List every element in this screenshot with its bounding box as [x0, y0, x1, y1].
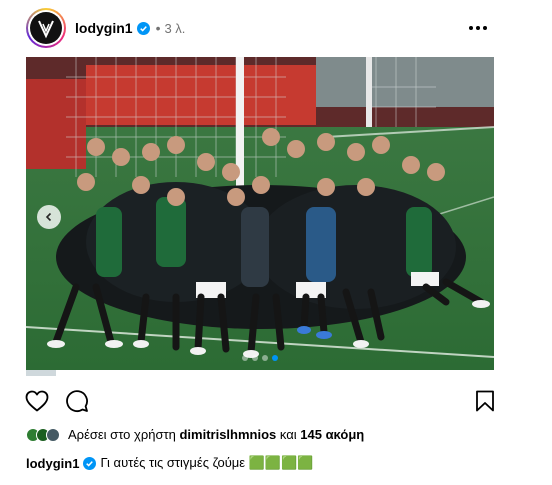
post-caption: lodygin1 Γι αυτές τις στιγμές ζούμε 🟩🟩🟩🟩 [26, 455, 313, 471]
likes-prefix: Αρέσει στο χρήστη [68, 427, 176, 442]
post-image[interactable] [26, 57, 494, 370]
post-username[interactable]: lodygin1 [75, 20, 133, 36]
avatar[interactable] [26, 8, 66, 48]
chevron-left-icon [45, 212, 52, 222]
avatar-logo-icon [30, 12, 62, 44]
carousel-dot-active [272, 355, 278, 361]
verified-badge-icon [83, 456, 97, 470]
likes-middle: και [279, 427, 297, 442]
header-separator: • [155, 20, 161, 36]
caption-username[interactable]: lodygin1 [26, 456, 79, 471]
liker-username[interactable]: dimitrislhmnios [179, 427, 276, 442]
likes-count[interactable]: 145 ακόμη [300, 427, 364, 442]
carousel-dot [262, 355, 268, 361]
likes-summary: Αρέσει στο χρήστη dimitrislhmnios και 14… [26, 427, 364, 442]
liker-avatars [26, 427, 60, 442]
carousel-dot [242, 355, 248, 361]
comment-icon[interactable] [64, 388, 90, 414]
heart-icon[interactable] [24, 388, 50, 414]
image-watermark [26, 370, 56, 376]
verified-badge-icon [136, 21, 150, 35]
post-time[interactable]: 3 λ. [164, 21, 185, 36]
team-celebration-photo [26, 57, 494, 370]
more-horizontal-icon[interactable] [466, 16, 490, 40]
carousel-prev-button[interactable] [37, 205, 61, 229]
liker-avatar [46, 427, 60, 442]
bookmark-icon[interactable] [472, 388, 498, 414]
carousel-dot [252, 355, 258, 361]
caption-text: Γι αυτές τις στιγμές ζούμε 🟩🟩🟩🟩 [100, 455, 314, 470]
carousel-indicator [26, 355, 494, 361]
post-actions [24, 388, 498, 416]
post-header: lodygin1 • 3 λ. [26, 8, 496, 48]
